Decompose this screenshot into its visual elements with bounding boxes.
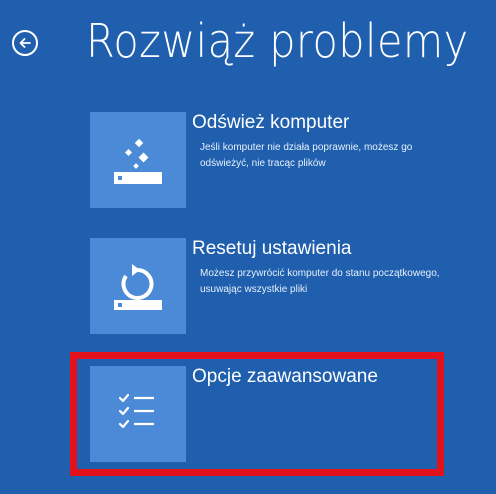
checklist-icon bbox=[90, 366, 186, 462]
advanced-options-title: Opcje zaawansowane bbox=[192, 366, 378, 387]
advanced-options-option[interactable]: Opcje zaawansowane bbox=[88, 366, 448, 466]
back-button[interactable] bbox=[12, 30, 38, 56]
refresh-pc-title: Odśwież komputer bbox=[192, 112, 350, 133]
refresh-pc-option[interactable]: Odśwież komputer Jeśli komputer nie dzia… bbox=[88, 112, 448, 212]
back-arrow-icon bbox=[19, 38, 31, 48]
refresh-pc-description: Jeśli komputer nie działa poprawnie, moż… bbox=[200, 142, 413, 169]
reset-pc-title: Resetuj ustawienia bbox=[192, 238, 352, 259]
reset-pc-description: Możesz przywrócić komputer do stanu pocz… bbox=[200, 268, 440, 295]
reset-pc-option[interactable]: Resetuj ustawienia Możesz przywrócić kom… bbox=[88, 238, 448, 338]
refresh-sparkle-icon bbox=[90, 112, 186, 208]
page-title: Rozwiąż problemy bbox=[86, 14, 469, 68]
reset-circular-arrow-icon bbox=[90, 238, 186, 334]
troubleshoot-screen: Rozwiąż problemy Odśwież komputer Jeśli … bbox=[0, 0, 496, 494]
